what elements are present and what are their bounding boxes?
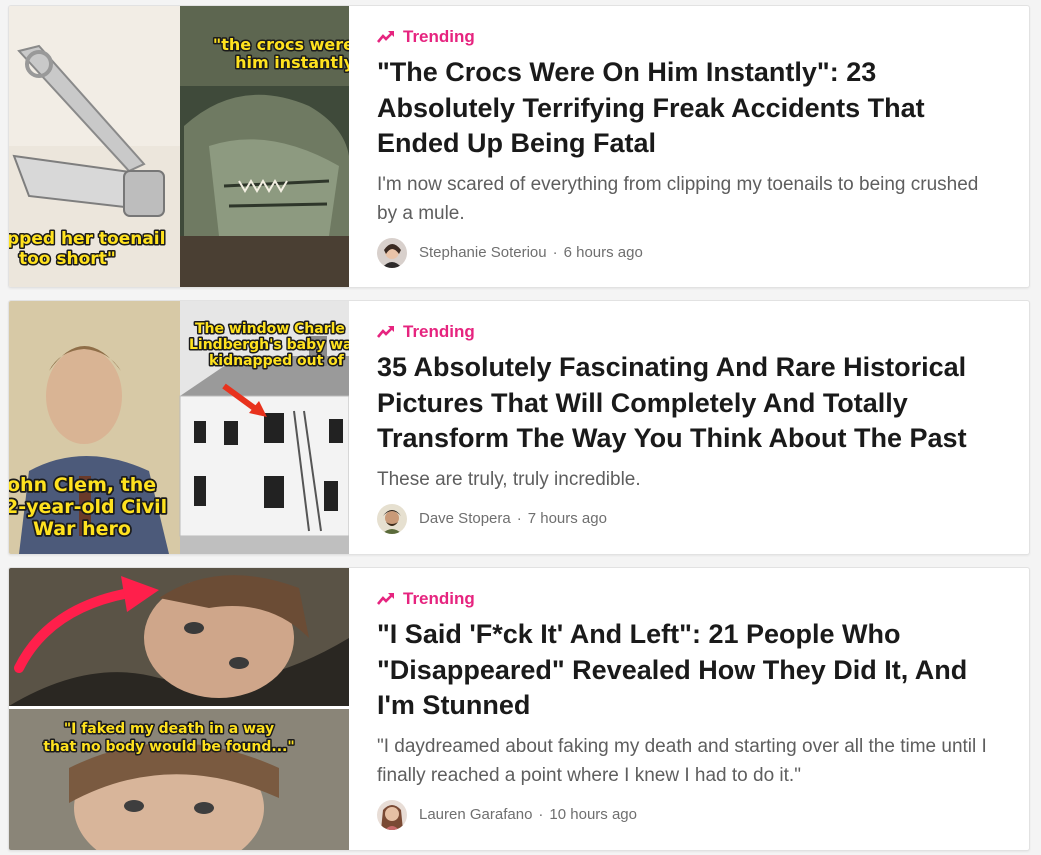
article-title[interactable]: "The Crocs Were On Him Instantly": 23 Ab… xyxy=(377,55,999,162)
trending-label: Trending xyxy=(403,589,475,608)
thumbnail-caption: too short" xyxy=(19,249,116,269)
thumbnail-caption: that no body would be found..." xyxy=(43,739,294,755)
thumbnail-caption: 2-year-old Civil xyxy=(9,496,167,518)
author-avatar[interactable] xyxy=(377,799,407,830)
thumbnail-caption: kidnapped out of xyxy=(209,353,345,369)
article-time: 10 hours ago xyxy=(549,806,637,823)
thumbnail-caption: pped her toenail xyxy=(9,229,165,249)
article-title[interactable]: "I Said 'F*ck It' And Left": 21 People W… xyxy=(377,617,999,724)
trending-badge: Trending xyxy=(377,589,999,609)
article-title[interactable]: 35 Absolutely Fascinating And Rare Histo… xyxy=(377,350,999,457)
trending-label: Trending xyxy=(403,322,475,341)
thumbnail-caption: War hero xyxy=(33,518,131,540)
article-byline: Lauren Garafano · 10 hours ago xyxy=(377,799,999,830)
author-name[interactable]: Lauren Garafano xyxy=(419,806,532,823)
trending-arrow-icon xyxy=(377,31,394,43)
thumbnail-caption: "I faked my death in a way xyxy=(64,721,274,737)
trending-label: Trending xyxy=(403,27,475,46)
article-byline: Dave Stopera · 7 hours ago xyxy=(377,503,999,534)
trending-arrow-icon xyxy=(377,593,394,605)
thumbnail-image: "I faked my death in a way that no body … xyxy=(9,568,349,850)
article-card[interactable]: The window Charle Lindbergh's baby wa ki… xyxy=(8,300,1030,555)
article-card[interactable]: "I faked my death in a way that no body … xyxy=(8,567,1030,851)
article-description: I'm now scared of everything from clippi… xyxy=(377,173,979,224)
thumbnail-caption: The window Charle xyxy=(195,321,345,337)
article-thumbnail[interactable]: "I faked my death in a way that no body … xyxy=(9,568,349,850)
article-description: These are truly, truly incredible. xyxy=(377,468,641,490)
author-avatar[interactable] xyxy=(377,503,407,534)
thumbnail-caption: Lindbergh's baby wa xyxy=(189,337,349,353)
article-card[interactable]: "the crocs were him instantly pped her t… xyxy=(8,5,1030,288)
thumbnail-caption: ohn Clem, the xyxy=(9,474,156,496)
author-avatar[interactable] xyxy=(377,237,407,268)
thumbnail-caption: "the crocs were xyxy=(213,35,349,54)
article-thumbnail[interactable]: The window Charle Lindbergh's baby wa ki… xyxy=(9,301,349,554)
thumbnail-image: The window Charle Lindbergh's baby wa ki… xyxy=(9,301,349,554)
article-thumbnail[interactable]: "the crocs were him instantly pped her t… xyxy=(9,6,349,287)
thumbnail-caption: him instantly xyxy=(235,53,349,72)
article-time: 6 hours ago xyxy=(563,244,643,261)
trending-arrow-icon xyxy=(377,326,394,338)
article-time: 7 hours ago xyxy=(527,510,607,527)
author-name[interactable]: Stephanie Soteriou xyxy=(419,244,547,261)
article-byline: Stephanie Soteriou · 6 hours ago xyxy=(377,237,999,268)
author-name[interactable]: Dave Stopera xyxy=(419,510,511,527)
trending-badge: Trending xyxy=(377,27,999,47)
thumbnail-image: "the crocs were him instantly pped her t… xyxy=(9,6,349,287)
article-description: "I daydreamed about faking my death and … xyxy=(377,735,987,786)
trending-badge: Trending xyxy=(377,322,999,342)
